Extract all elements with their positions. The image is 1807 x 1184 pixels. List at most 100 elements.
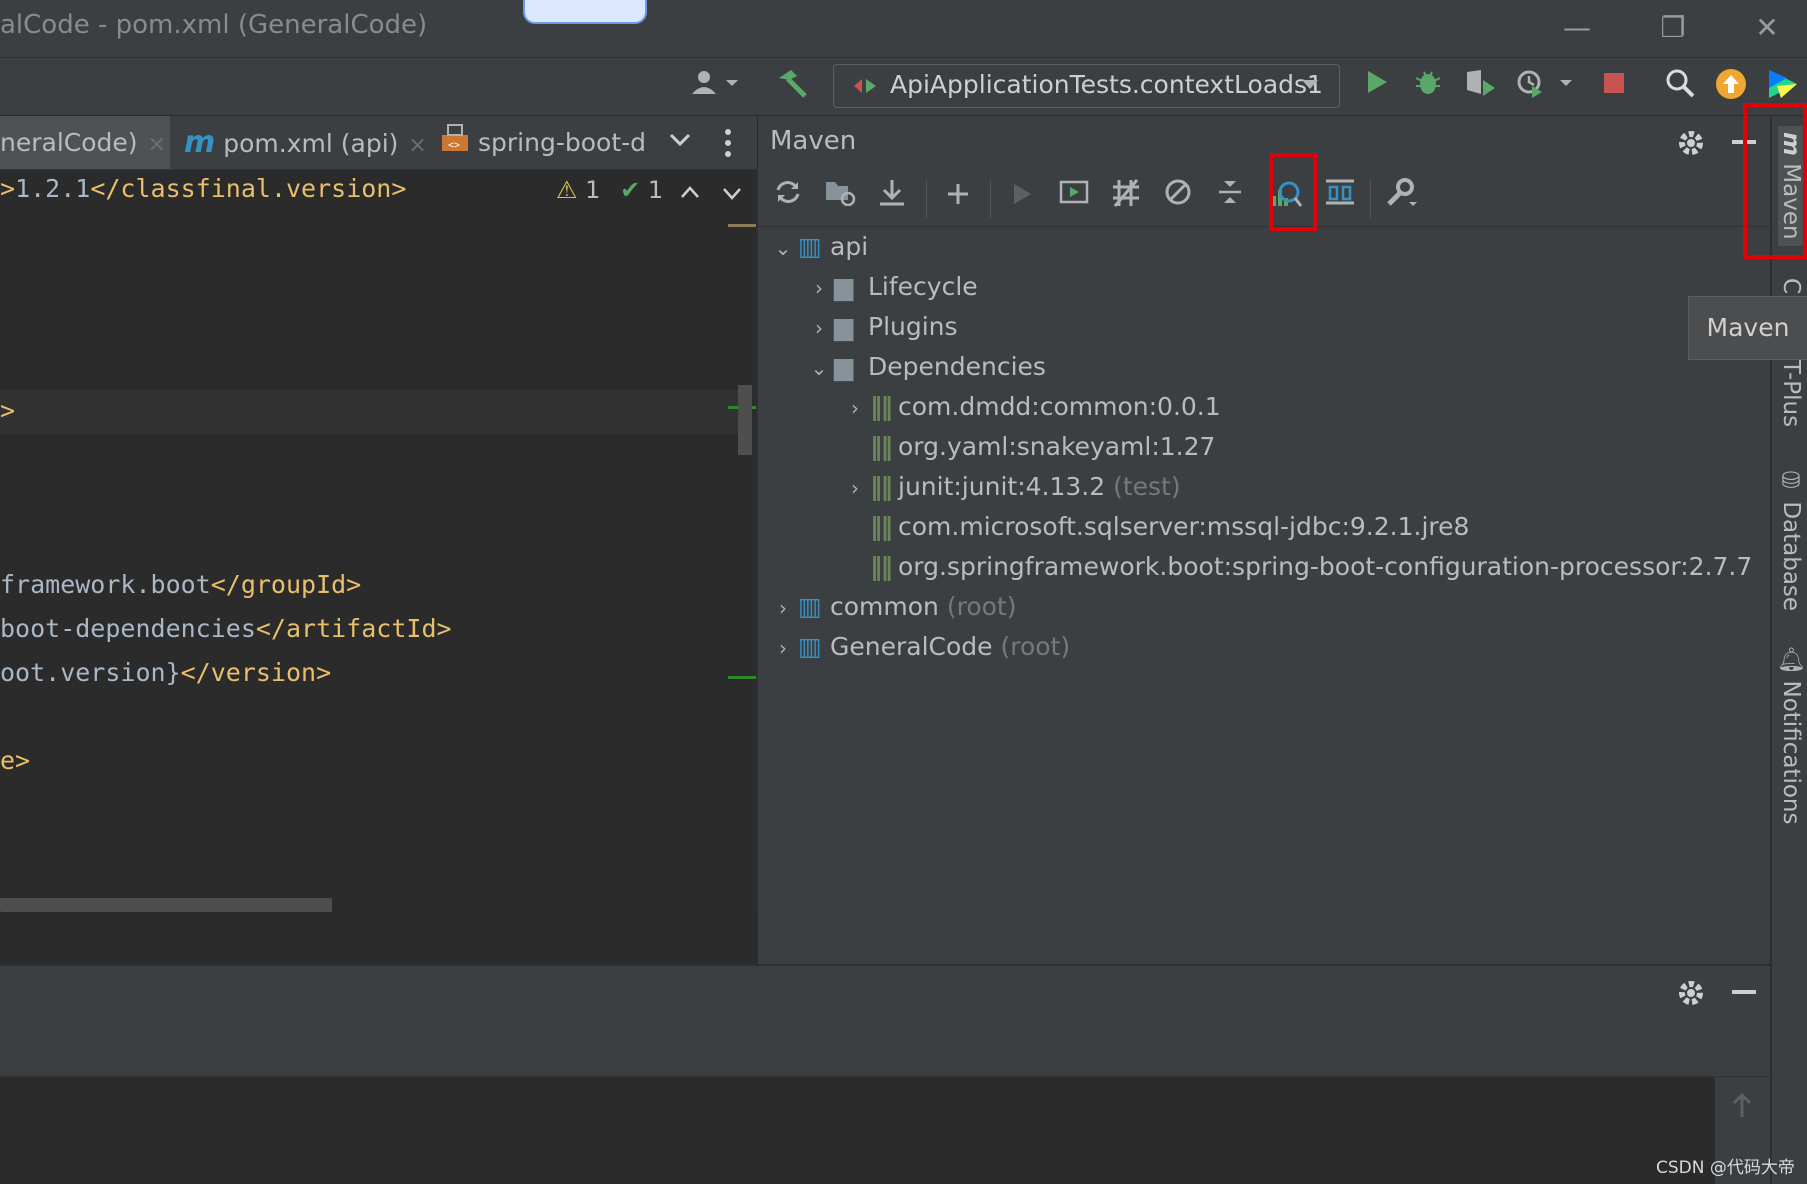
execute-goal-icon[interactable] bbox=[1054, 178, 1094, 218]
maximize-button[interactable]: ❐ bbox=[1648, 8, 1698, 48]
add-icon[interactable] bbox=[938, 178, 978, 218]
run-configuration-selector[interactable]: ApiApplicationTests.contextLoads1 bbox=[833, 64, 1340, 108]
chevron-right-icon[interactable]: › bbox=[768, 589, 798, 627]
code-editor[interactable]: >1.2.1</classfinal.version> > framework.… bbox=[0, 170, 758, 916]
inspection-widget[interactable]: ⚠ 1 ✔ 1 bbox=[556, 176, 663, 204]
annotation-highlight-box bbox=[1743, 103, 1807, 259]
jar-file-icon: <> bbox=[440, 118, 470, 171]
update-icon[interactable] bbox=[1711, 68, 1751, 106]
root-label: (root) bbox=[946, 592, 1017, 621]
maven-tool-window: Maven ⌄ ▥ api › ▆ Lifecycle › ▆ Plugins … bbox=[758, 116, 1770, 964]
dependencies-folder-icon: ▆ bbox=[834, 352, 854, 381]
dependency-icon: ‖‖ bbox=[870, 472, 893, 501]
hide-icon[interactable] bbox=[1732, 990, 1756, 994]
reload-icon[interactable] bbox=[768, 178, 808, 218]
generate-sources-icon[interactable] bbox=[820, 178, 860, 218]
scroll-up-icon[interactable] bbox=[1731, 1092, 1753, 1123]
download-icon[interactable] bbox=[872, 178, 912, 218]
debug-icon[interactable] bbox=[1408, 68, 1448, 106]
coverage-icon[interactable] bbox=[1460, 68, 1500, 106]
tree-node-label: api bbox=[830, 232, 869, 261]
tab-list-chevron-icon[interactable] bbox=[668, 130, 692, 154]
toolbar-separator bbox=[1370, 180, 1371, 218]
chevron-right-icon[interactable]: › bbox=[840, 469, 870, 507]
tree-node-dependencies[interactable]: ⌄ ▆ Dependencies bbox=[804, 348, 1046, 386]
vertical-scrollbar[interactable] bbox=[738, 385, 752, 455]
chevron-right-icon[interactable]: › bbox=[804, 269, 834, 307]
jetbrains-toolbox-icon[interactable] bbox=[1763, 68, 1803, 106]
tree-node-dependency[interactable]: › ‖‖ junit:junit:4.13.2 (test) bbox=[840, 468, 1181, 506]
chevron-right-icon[interactable]: › bbox=[804, 309, 834, 347]
tab-spring-boot[interactable]: <> spring-boot-d bbox=[440, 116, 646, 169]
error-stripe-mark bbox=[728, 676, 756, 679]
build-hammer-icon[interactable] bbox=[772, 68, 812, 106]
tab-pom-api[interactable]: m pom.xml (api) × bbox=[184, 116, 427, 169]
minimize-button[interactable]: — bbox=[1552, 8, 1602, 48]
tree-node-label: org.springframework.boot:spring-boot-con… bbox=[898, 552, 1753, 581]
tree-node-label: Plugins bbox=[868, 312, 958, 341]
run-config-label: ApiApplicationTests.contextLoads1 bbox=[890, 70, 1323, 99]
ok-count: 1 bbox=[647, 176, 664, 204]
skip-tests-icon[interactable] bbox=[1158, 178, 1198, 218]
previous-highlight-icon[interactable] bbox=[680, 184, 700, 203]
tab-label: neralCode) bbox=[0, 128, 138, 157]
close-window-button[interactable]: ✕ bbox=[1742, 8, 1792, 48]
svg-text:<>: <> bbox=[448, 140, 460, 151]
tab-generalcode[interactable]: neralCode) × bbox=[0, 116, 170, 169]
tree-node-dependency[interactable]: ‖‖ org.springframework.boot:spring-boot-c… bbox=[840, 548, 1752, 586]
horizontal-scrollbar[interactable] bbox=[0, 898, 332, 912]
collapse-all-icon[interactable] bbox=[1210, 178, 1250, 218]
tab-close-button[interactable]: × bbox=[148, 132, 166, 157]
tree-node-dependency[interactable]: ‖‖ org.yaml:snakeyaml:1.27 bbox=[840, 428, 1215, 466]
tree-node-label: com.microsoft.sqlserver:mssql-jdbc:9.2.1… bbox=[898, 512, 1470, 541]
stripe-button-c[interactable]: C bbox=[1778, 278, 1804, 294]
tree-node-label: junit:junit:4.13.2 bbox=[898, 472, 1106, 501]
window-drag-pill[interactable] bbox=[523, 0, 647, 24]
tree-node-dependency[interactable]: › ‖‖ com.dmdd:common:0.0.1 bbox=[840, 388, 1221, 426]
profiler-icon[interactable] bbox=[1516, 68, 1572, 106]
tree-node-dependency[interactable]: ‖‖ com.microsoft.sqlserver:mssql-jdbc:9.2… bbox=[840, 508, 1469, 546]
user-icon[interactable] bbox=[690, 68, 738, 106]
search-icon[interactable] bbox=[1660, 68, 1700, 106]
chevron-down-icon[interactable]: ⌄ bbox=[804, 349, 834, 387]
run-icon[interactable] bbox=[1357, 68, 1397, 106]
tree-node-label: common bbox=[830, 592, 939, 621]
tree-node-generalcode[interactable]: › ▥ GeneralCode (root) bbox=[768, 628, 1070, 666]
show-diagram-icon[interactable] bbox=[1320, 178, 1360, 218]
bell-icon: 🔔︎ bbox=[1778, 644, 1804, 674]
tree-node-plugins[interactable]: › ▆ Plugins bbox=[804, 308, 958, 346]
more-options-icon[interactable] bbox=[724, 128, 732, 162]
root-label: (root) bbox=[1000, 632, 1071, 661]
notifications-stripe-button[interactable]: 🔔︎ Notifications bbox=[1778, 644, 1805, 824]
database-stripe-button[interactable]: ⛁ Database bbox=[1778, 468, 1804, 611]
gear-icon[interactable] bbox=[1676, 128, 1706, 162]
chevron-right-icon[interactable]: › bbox=[840, 389, 870, 427]
maven-settings-wrench-icon[interactable] bbox=[1382, 178, 1422, 218]
maven-module-icon: ▥ bbox=[798, 592, 822, 621]
bottom-tool-window-content[interactable] bbox=[0, 1077, 1715, 1184]
check-icon: ✔ bbox=[620, 176, 641, 204]
error-stripe-mark bbox=[728, 224, 756, 227]
next-highlight-icon[interactable] bbox=[722, 186, 742, 205]
bottom-tool-window-header bbox=[0, 965, 1770, 1020]
tree-node-lifecycle[interactable]: › ▆ Lifecycle bbox=[804, 268, 978, 306]
watermark: CSDN @代码大帝 bbox=[1656, 1158, 1795, 1178]
annotation-highlight-box bbox=[1269, 153, 1317, 231]
stop-icon[interactable] bbox=[1594, 68, 1634, 106]
maven-module-icon: ▥ bbox=[798, 232, 822, 261]
tree-node-common[interactable]: › ▥ common (root) bbox=[768, 588, 1016, 626]
code-line: oot.version}</version> bbox=[0, 658, 332, 687]
bottom-tool-window-toolbar bbox=[0, 1020, 1770, 1077]
scope-label: (test) bbox=[1113, 472, 1181, 501]
lifecycle-folder-icon: ▆ bbox=[834, 272, 854, 301]
dependency-icon: ‖‖ bbox=[870, 432, 893, 461]
chevron-down-icon[interactable]: ⌄ bbox=[768, 229, 798, 267]
code-line: e> bbox=[0, 746, 31, 775]
chevron-right-icon[interactable]: › bbox=[768, 629, 798, 667]
toggle-offline-icon[interactable] bbox=[1106, 178, 1146, 218]
tree-node-api[interactable]: ⌄ ▥ api bbox=[768, 228, 869, 267]
tab-close-button[interactable]: × bbox=[408, 133, 426, 158]
stripe-button-plus[interactable]: T-Plus bbox=[1778, 360, 1804, 427]
gear-icon[interactable] bbox=[1676, 978, 1706, 1012]
run-maven-build-icon[interactable] bbox=[1002, 178, 1042, 218]
